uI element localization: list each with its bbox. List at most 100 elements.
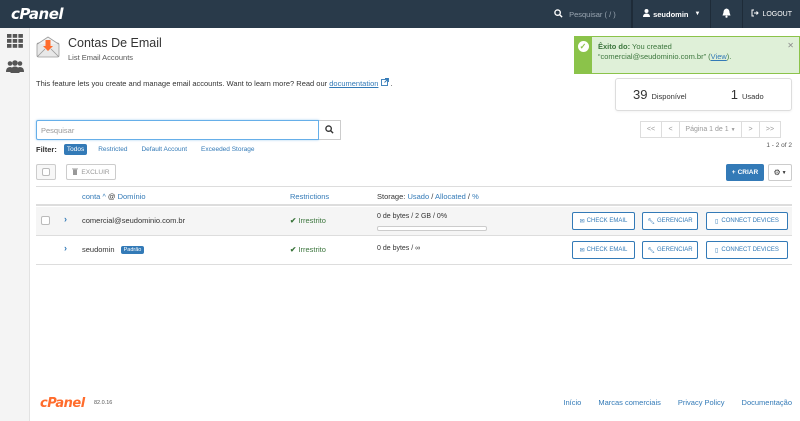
top-bar: cPanel Pesquisar ( / ) seudomin ▼ LOGOUT (0, 0, 800, 28)
caret-down-icon: ▼ (781, 169, 787, 176)
select-all-checkbox[interactable] (36, 164, 56, 180)
footer-cpanel-logo: cPanel (40, 396, 85, 411)
account-name: seudomin (82, 245, 115, 254)
close-icon[interactable]: ✕ (787, 41, 794, 50)
intro-end: . (390, 79, 393, 88)
prev-page-button[interactable]: < (661, 121, 680, 138)
create-account-button[interactable]: + CRIAR (726, 164, 764, 181)
success-alert: ✓ Êxito do: You created “comercial@seudo… (574, 36, 800, 74)
sort-restrictions-link[interactable]: Restrictions (290, 192, 329, 201)
username: seudomin (653, 9, 689, 19)
check-email-label: CHECK EMAIL (586, 218, 628, 224)
sort-account-link[interactable]: conta (82, 192, 100, 201)
account-stats: 39 Disponível 1 Usado (615, 78, 792, 111)
storage-progress-bar (377, 226, 487, 231)
filter-restricted[interactable]: Restricted (95, 144, 130, 155)
delete-button[interactable]: EXCLUIR (66, 164, 116, 180)
manage-button[interactable]: 🔧︎ GERENCIAR (642, 241, 698, 259)
check-email-label: CHECK EMAIL (586, 247, 628, 253)
checkbox-box (42, 168, 50, 176)
expand-chevron-icon[interactable]: › (64, 243, 67, 253)
first-page-button[interactable]: << (640, 121, 662, 138)
col-account-header[interactable]: conta ^ @ Domínio (82, 192, 146, 201)
users-icon (6, 60, 24, 78)
logout-button[interactable]: LOGOUT (743, 0, 800, 28)
page-select[interactable]: Página 1 de 1 ▼ (679, 121, 742, 138)
next-page-button[interactable]: > (741, 121, 760, 138)
sidebar (0, 28, 30, 421)
last-page-button[interactable]: >> (759, 121, 781, 138)
settings-dropdown[interactable]: ⚙ ▼ (768, 164, 792, 181)
email-accounts-icon (36, 36, 60, 58)
table-row: › seudomin Padrão ✔ Irrestrito 0 de byte… (36, 236, 792, 265)
create-label: CRIAR (737, 169, 759, 176)
page-title: Contas De Email (68, 36, 162, 50)
pagination: << < Página 1 de 1 ▼ > >> (640, 121, 781, 138)
search-placeholder: Pesquisar (41, 125, 75, 135)
sort-allocated-link[interactable]: Allocated (435, 192, 466, 201)
available-label: Disponível (651, 92, 687, 101)
footer-link-trademarks[interactable]: Marcas comerciais (598, 398, 661, 407)
intro-text: This feature lets you create and manage … (36, 78, 393, 88)
global-search[interactable]: Pesquisar ( / ) (554, 0, 633, 28)
default-badge: Padrão (120, 246, 145, 254)
sort-used-link[interactable]: Usado (407, 192, 429, 201)
check-circle-icon: ✓ (577, 41, 589, 52)
used-count: 1 (730, 87, 739, 102)
search-icon (554, 8, 563, 20)
search-input[interactable]: Pesquisar (36, 120, 320, 140)
mobile-icon: ▯ (715, 218, 719, 225)
alert-status-bar: ✓ (574, 37, 592, 73)
table-row: › comercial@seudominio.com.br ✔ Irrestri… (36, 207, 792, 236)
table-header: conta ^ @ Domínio Restrictions Storage: … (36, 186, 792, 206)
connect-devices-button[interactable]: ▯ CONNECT DEVICES (706, 212, 788, 230)
filter-all[interactable]: Todos (63, 144, 88, 155)
sort-domain-link[interactable]: Domínio (118, 192, 146, 201)
cpanel-version: 82.0.16 (94, 400, 113, 406)
connect-devices-label: CONNECT DEVICES (721, 218, 779, 224)
col-storage-header: Storage: Usado / Allocated / % (377, 192, 479, 201)
footer: cPanel 82.0.16 Início Marcas comerciais … (30, 393, 800, 421)
connect-devices-button[interactable]: ▯ CONNECT DEVICES (706, 241, 788, 259)
alert-view-link[interactable]: View (711, 52, 727, 61)
storage-prefix: Storage: (377, 192, 406, 201)
footer-link-home[interactable]: Início (563, 398, 581, 407)
sort-percent-link[interactable]: % (472, 192, 479, 201)
main-content: Contas De Email List Email Accounts ✓ Êx… (30, 28, 800, 421)
results-range: 1 - 2 of 2 (766, 142, 792, 149)
check-icon: ✔ (290, 245, 297, 254)
footer-link-documentation[interactable]: Documentação (742, 398, 792, 407)
cpanel-logo[interactable]: cPanel (11, 5, 64, 23)
manage-button[interactable]: 🔧︎ GERENCIAR (642, 212, 698, 230)
user-menu[interactable]: seudomin ▼ (632, 0, 712, 28)
wrench-icon: 🔧︎ (647, 247, 655, 254)
trash-icon (72, 168, 79, 177)
user-icon (643, 9, 651, 19)
caret-down-icon: ▼ (694, 11, 701, 17)
account-name: comercial@seudominio.com.br (82, 216, 186, 225)
search-icon (325, 124, 334, 136)
col-separator: @ (107, 192, 116, 201)
sidebar-home[interactable] (0, 30, 30, 56)
check-email-button[interactable]: ✉ CHECK EMAIL (572, 212, 635, 230)
stat-used: 1 Usado (704, 87, 792, 102)
col-restrictions-header[interactable]: Restrictions (290, 192, 329, 201)
manage-label: GERENCIAR (656, 218, 693, 224)
search-button[interactable] (319, 120, 341, 140)
filter-default-account[interactable]: Default Account (138, 144, 190, 155)
external-link-icon (380, 78, 391, 88)
check-icon: ✔ (290, 216, 297, 225)
documentation-link[interactable]: documentation (329, 79, 378, 88)
grid-icon (7, 33, 23, 53)
filter-exceeded-storage[interactable]: Exceeded Storage (198, 144, 257, 155)
check-email-button[interactable]: ✉ CHECK EMAIL (572, 241, 635, 259)
notifications-button[interactable] (711, 0, 744, 28)
expand-chevron-icon[interactable]: › (64, 214, 67, 224)
filter-label: Filter: (36, 145, 57, 154)
row-checkbox[interactable] (41, 216, 50, 225)
sort-up-icon: ^ (102, 194, 106, 201)
footer-link-privacy[interactable]: Privacy Policy (678, 398, 725, 407)
storage-usage: 0 de bytes / 2 GB / 0% (377, 213, 448, 220)
sidebar-users[interactable] (0, 56, 30, 82)
logout-icon (751, 9, 760, 19)
